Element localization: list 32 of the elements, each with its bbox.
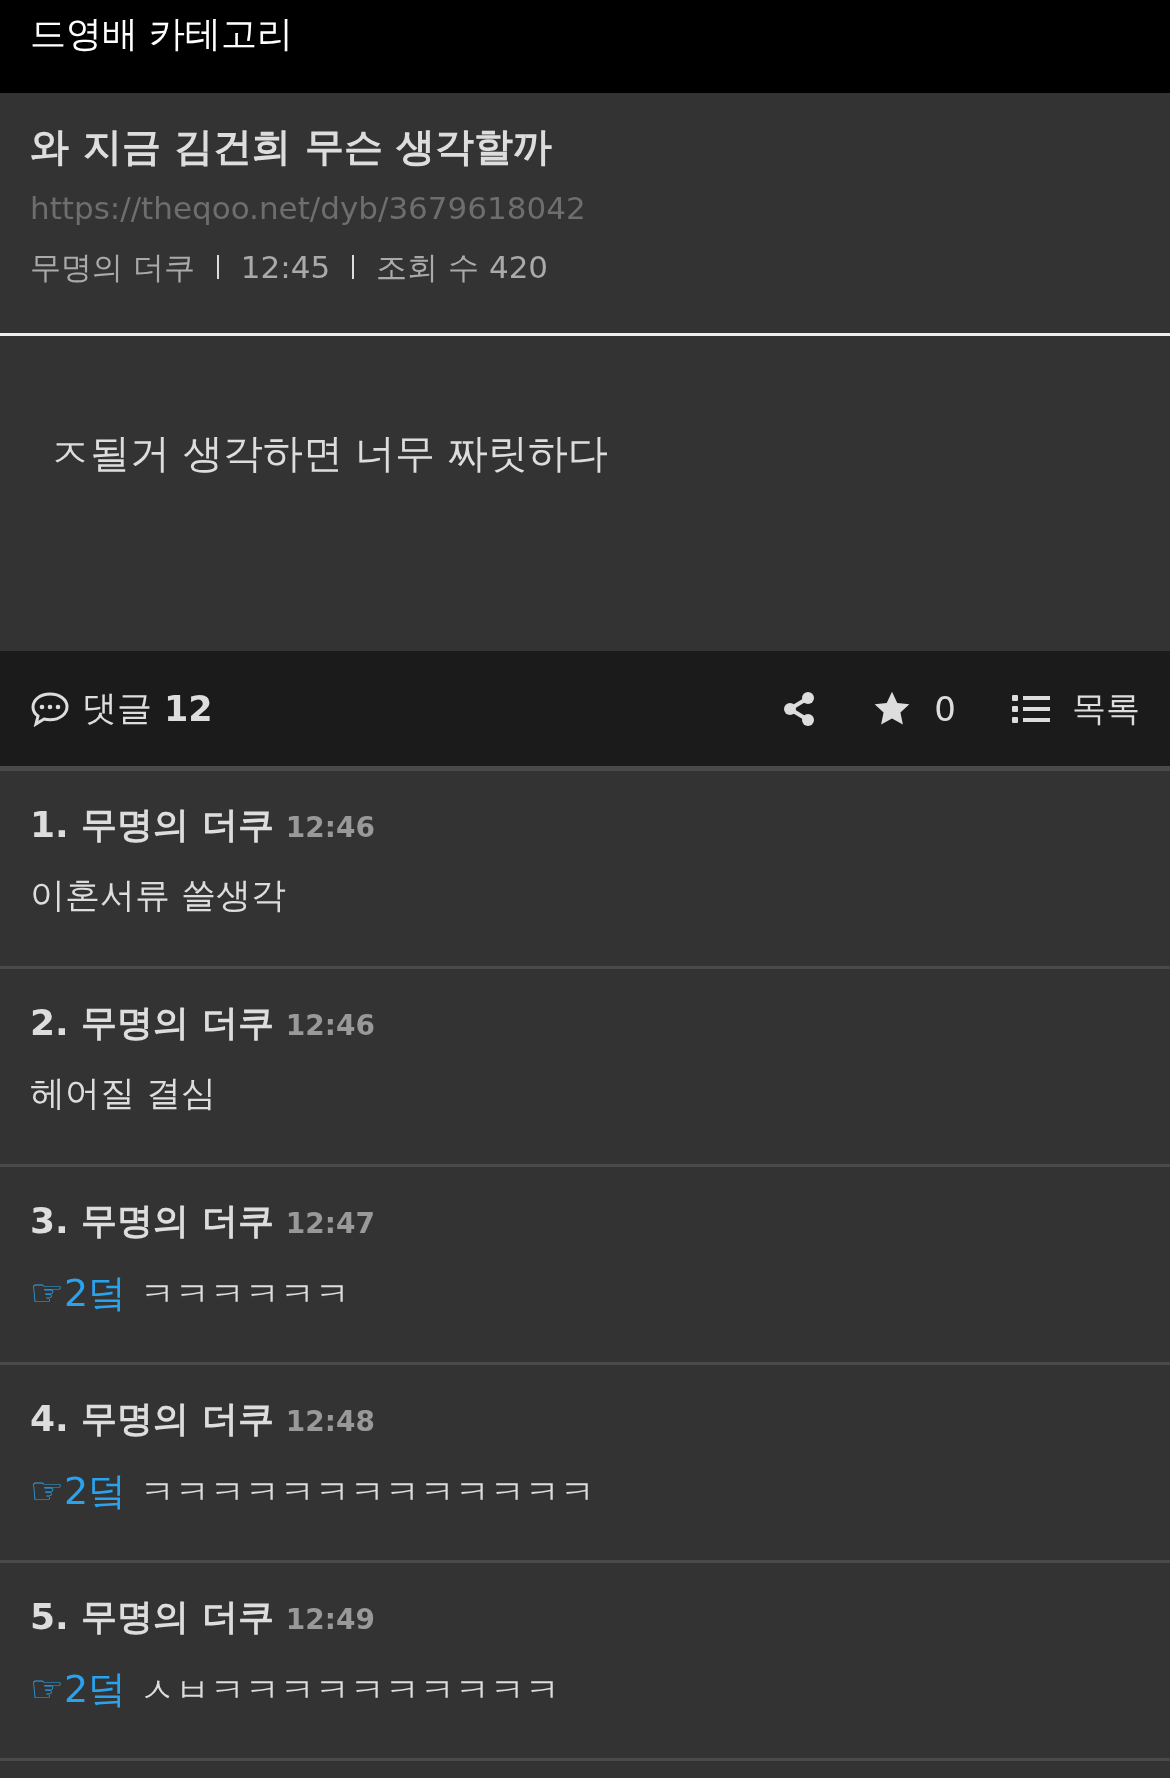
- category-title: 드영배 카테고리: [30, 12, 294, 56]
- comment-time: 12:49: [285, 1603, 375, 1636]
- comment-text: ㅋㅋㅋㅋㅋㅋ: [140, 1273, 351, 1316]
- comment-author: 2. 무명의 더쿠: [30, 1001, 274, 1045]
- comments-label: 댓글: [82, 687, 152, 730]
- post-author: 무명의 더쿠: [30, 248, 195, 287]
- comment-text: 이혼서류 쓸생각: [30, 874, 287, 917]
- comment-author: 5. 무명의 더쿠: [30, 1595, 274, 1639]
- comment-author: 1. 무명의 더쿠: [30, 803, 274, 847]
- post-title: 와 지금 김건희 무슨 생각할까: [30, 123, 554, 171]
- comment-count: 12: [164, 688, 213, 729]
- comment-text: 헤어질 결심: [30, 1072, 217, 1115]
- speech-bubble-icon: [30, 690, 70, 727]
- share-button[interactable]: [782, 690, 817, 727]
- comment-text: ㅅㅂㅋㅋㅋㅋㅋㅋㅋㅋㅋㅋ: [140, 1669, 561, 1712]
- post-body: ㅈ될거 생각하면 너무 짜릿하다: [50, 430, 609, 476]
- view-count: 조회 수 420: [376, 248, 549, 287]
- list-icon: [1012, 692, 1050, 725]
- comment-time: 12:47: [285, 1207, 375, 1240]
- comment-time: 12:46: [285, 1009, 375, 1042]
- reply-link[interactable]: ☞2덬: [30, 1268, 127, 1319]
- favorite-button[interactable]: 0: [872, 688, 956, 729]
- reply-link[interactable]: ☞2덬: [30, 1664, 127, 1715]
- comment-text: ㅋㅋㅋㅋㅋㅋㅋㅋㅋㅋㅋㅋㅋ: [140, 1471, 596, 1514]
- list-button[interactable]: 목록: [1012, 685, 1140, 732]
- reply-link[interactable]: ☞2덬: [30, 1466, 127, 1517]
- comment-time: 12:46: [285, 811, 375, 844]
- comment-author: 3. 무명의 더쿠: [30, 1199, 274, 1243]
- comment-author: 4. 무명의 더쿠: [30, 1397, 274, 1441]
- comment-time: 12:48: [285, 1405, 375, 1438]
- post-time: 12:45: [240, 248, 331, 287]
- post-url[interactable]: https://theqoo.net/dyb/3679618042: [30, 185, 1140, 231]
